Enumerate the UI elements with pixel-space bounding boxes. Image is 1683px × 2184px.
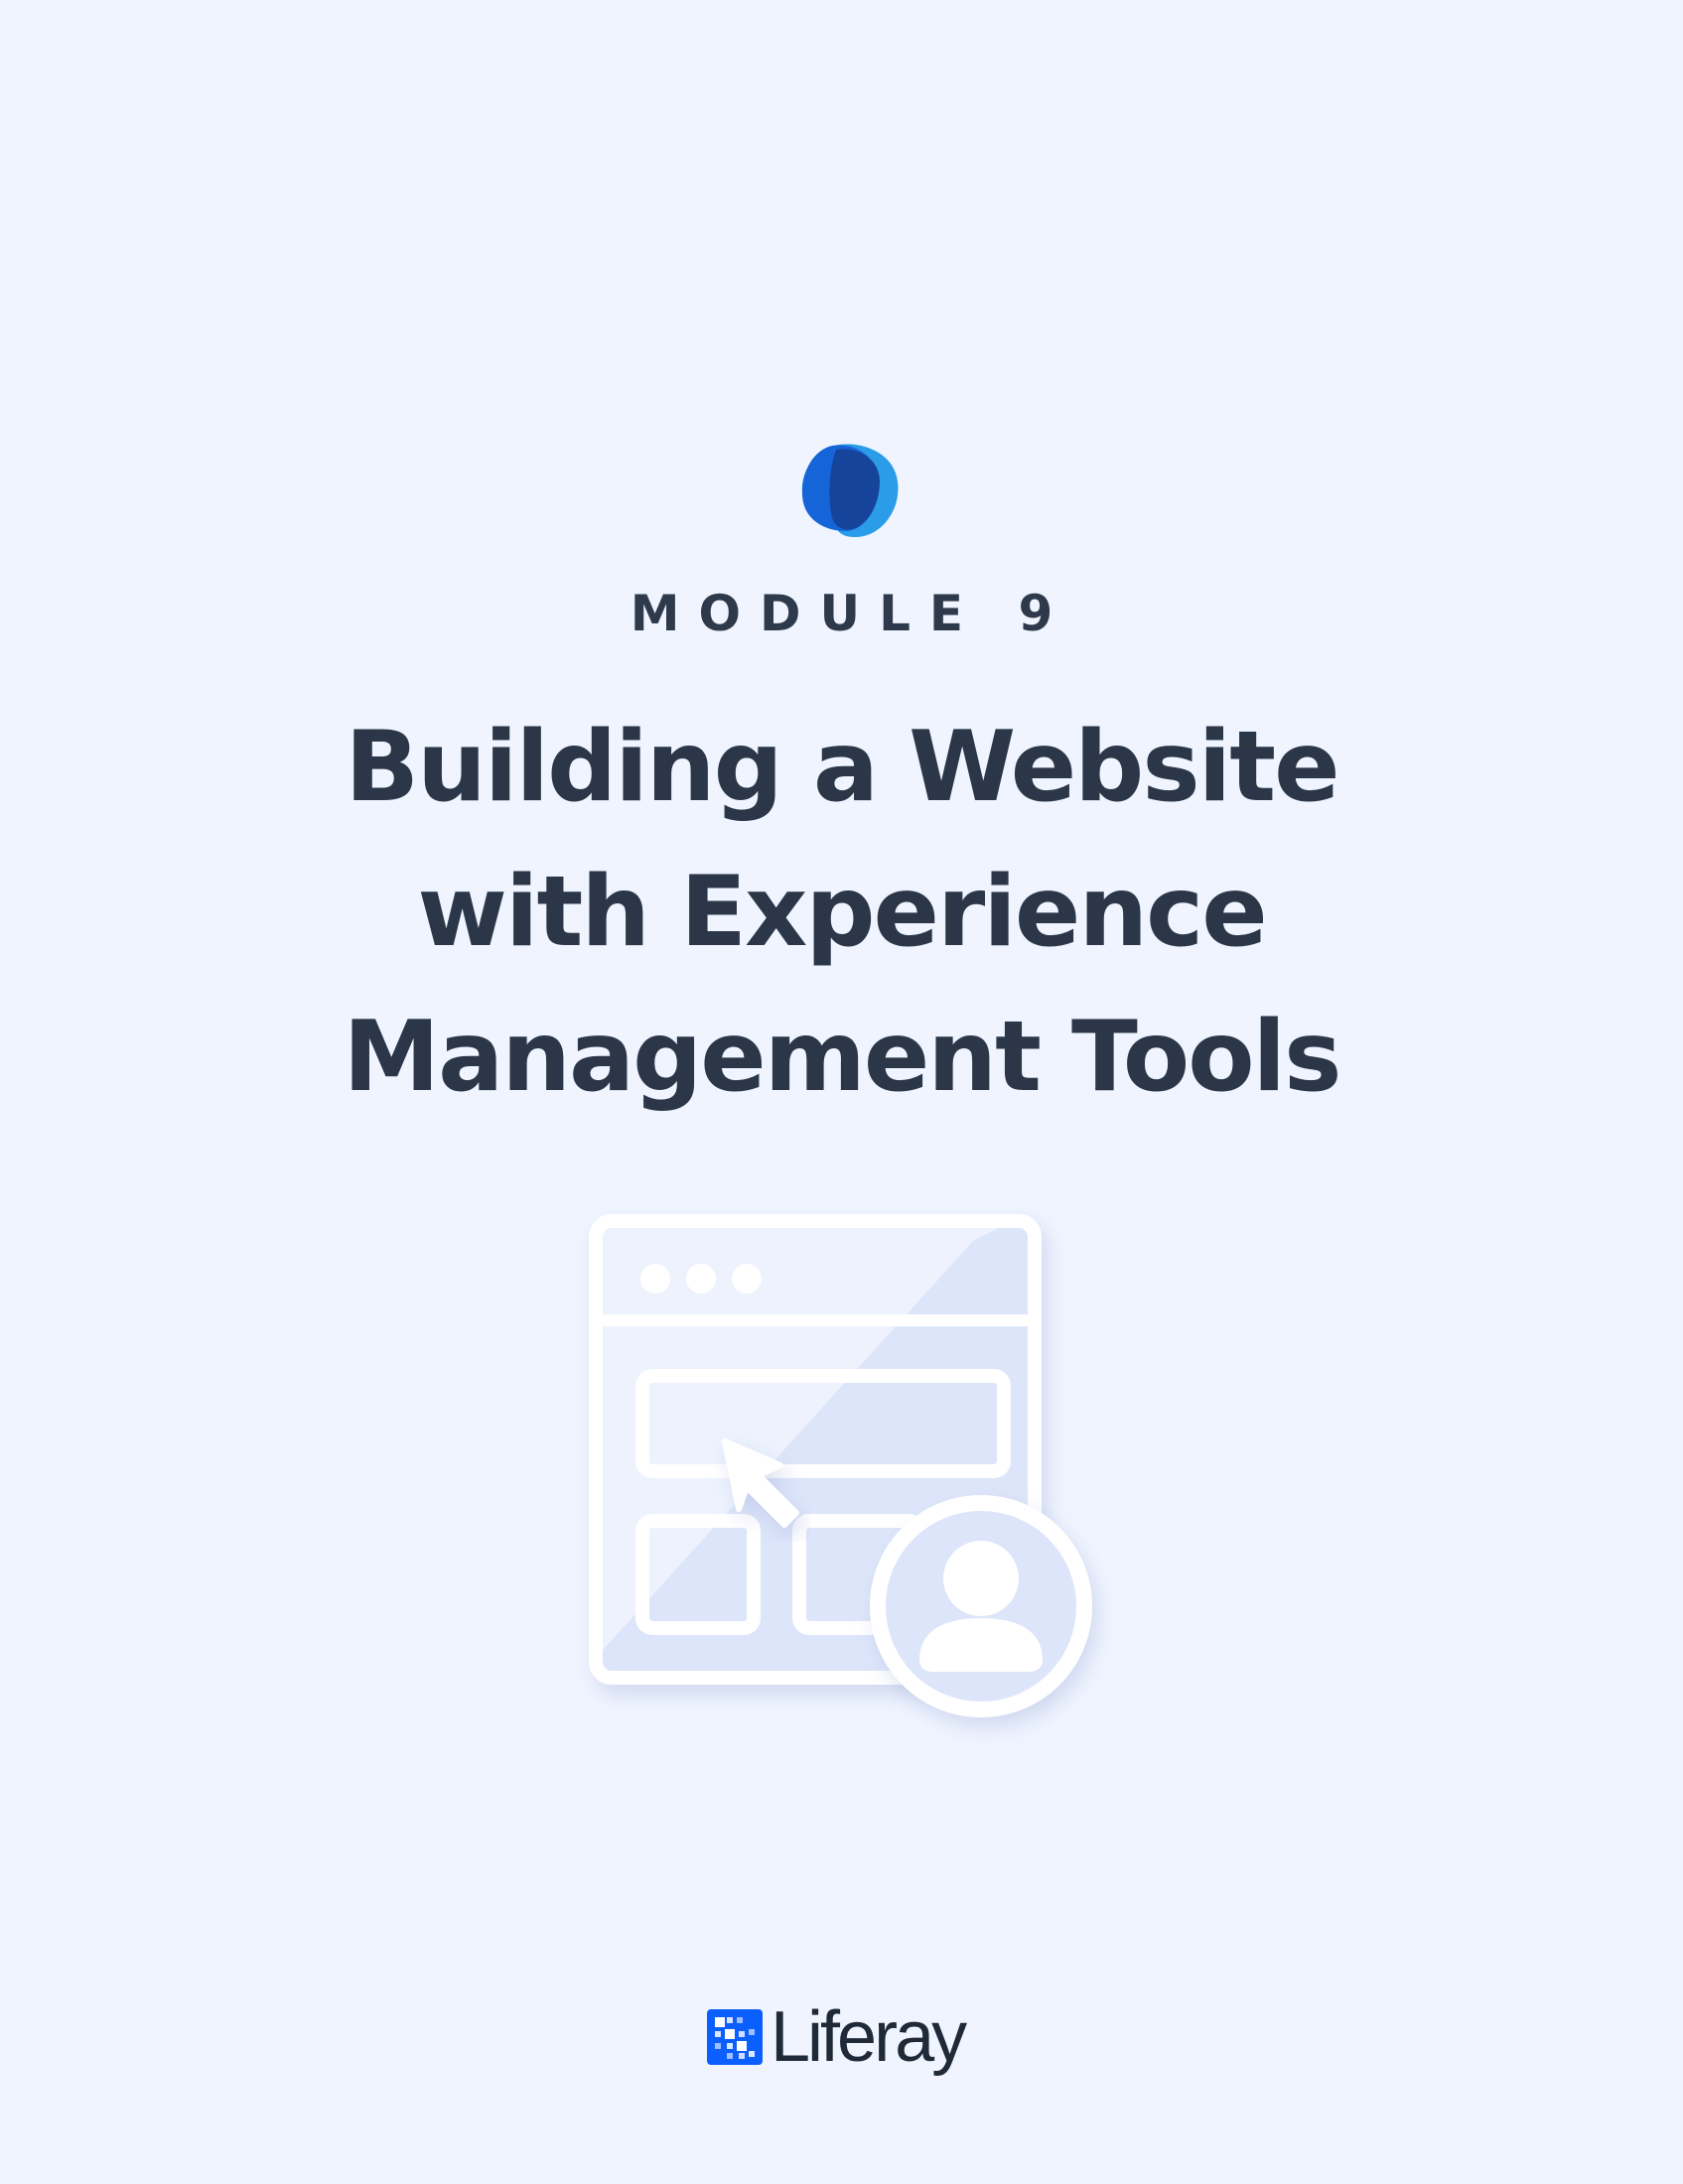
cover-page: MODULE 9 Building a Website with Experie… [0, 0, 1683, 2184]
brand-logo: Liferay [707, 1997, 967, 2077]
liferay-mark-icon [707, 2009, 763, 2065]
brand-name: Liferay [771, 1997, 967, 2077]
module-label: MODULE 9 [630, 585, 1072, 642]
page-title: Building a Website with Experience Manag… [0, 695, 1683, 1130]
title-line: Building a Website [345, 711, 1339, 824]
title-line: with Experience [417, 856, 1267, 969]
website-builder-illustration [589, 1214, 1092, 1717]
user-avatar-icon [870, 1495, 1092, 1717]
blob-logo-icon [801, 444, 899, 537]
title-line: Management Tools [343, 1001, 1342, 1114]
